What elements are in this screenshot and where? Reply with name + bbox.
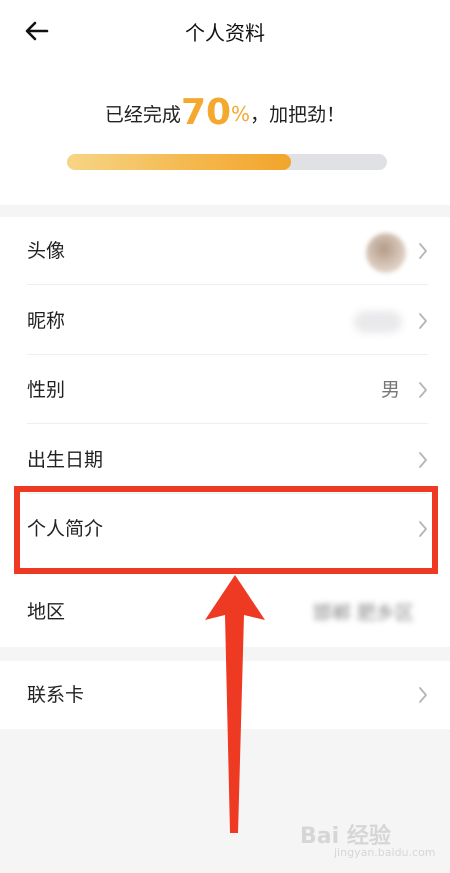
row-label: 联系卡 <box>27 684 85 706</box>
gender-value: 男 <box>380 379 400 401</box>
progress-text: 已经完成70%，加把劲！ <box>0 92 450 133</box>
divider <box>27 354 428 355</box>
chevron-right-icon <box>419 313 427 329</box>
row-birthdate[interactable]: 出生日期 <box>0 426 450 494</box>
progress-prefix: 已经完成 <box>104 104 181 126</box>
row-bio[interactable]: 个人简介 <box>0 495 450 563</box>
row-avatar[interactable]: 头像 <box>0 217 450 285</box>
progress-value: 70 <box>180 92 232 133</box>
row-label: 头像 <box>27 240 66 262</box>
row-label: 性别 <box>27 379 66 401</box>
progress-bar-fill <box>67 154 291 170</box>
row-label: 昵称 <box>27 310 66 332</box>
avatar <box>366 233 406 273</box>
nickname-value-blurred <box>354 311 402 333</box>
divider <box>27 493 428 494</box>
app-header: 个人资料 <box>0 0 450 61</box>
profile-progress-card: 已经完成70%，加把劲！ <box>0 60 450 205</box>
divider <box>27 423 428 424</box>
row-nickname[interactable]: 昵称 <box>0 287 450 355</box>
row-label: 个人简介 <box>27 518 104 540</box>
watermark-url: jingyan.baidu.com <box>334 846 436 859</box>
chevron-right-icon <box>419 521 427 537</box>
chevron-right-icon <box>419 452 427 468</box>
divider <box>27 284 428 285</box>
red-arrow-annotation <box>205 575 265 833</box>
progress-percent-sign: % <box>231 102 251 126</box>
chevron-right-icon <box>419 243 427 259</box>
chevron-right-icon <box>419 382 427 398</box>
progress-bar-track <box>67 154 387 170</box>
page-title: 个人资料 <box>185 21 265 45</box>
progress-suffix: ，加把劲！ <box>250 104 346 126</box>
chevron-right-icon <box>419 687 427 703</box>
row-label: 出生日期 <box>27 449 104 471</box>
region-value-blurred: 邯郸 肥乡区 <box>312 602 414 624</box>
row-label: 地区 <box>27 601 66 623</box>
row-gender[interactable]: 性别 男 <box>0 356 450 424</box>
